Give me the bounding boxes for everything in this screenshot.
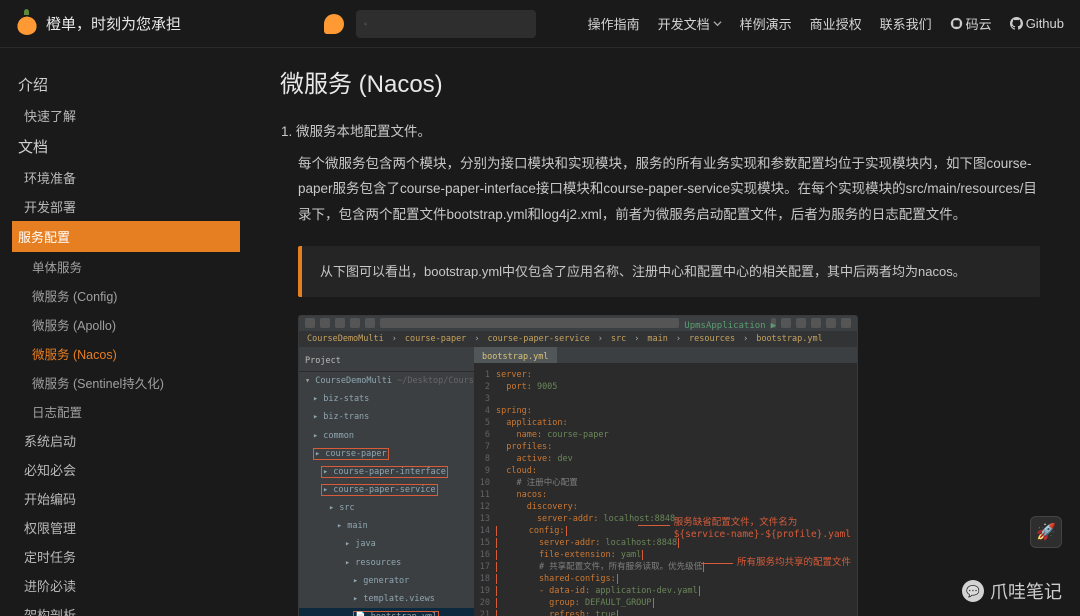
nav-demo[interactable]: 样例演示	[740, 14, 792, 33]
nav-contact[interactable]: 联系我们	[880, 14, 932, 33]
tree-row[interactable]: ▸ java	[299, 535, 474, 553]
github-icon	[1010, 17, 1023, 30]
watermark: 💬 爪哇笔记	[962, 578, 1062, 604]
run-config: UpmsApplication	[684, 318, 765, 328]
wechat-icon: 💬	[962, 580, 984, 602]
sidebar-section: 介绍	[18, 68, 240, 101]
sidebar-item[interactable]: 定时任务	[18, 542, 240, 571]
search-input[interactable]	[356, 10, 536, 38]
chevron-down-icon	[713, 19, 722, 28]
sidebar-item[interactable]: 必知必会	[18, 455, 240, 484]
annotation-1: 服务缺省配置文件，文件名为${service-name}-${profile}.…	[674, 517, 851, 542]
sidebar-subitem[interactable]: 微服务 (Sentinel持久化)	[18, 368, 240, 397]
sidebar-subitem[interactable]: 微服务 (Nacos)	[18, 339, 240, 368]
search-field[interactable]	[373, 17, 528, 31]
sidebar-item[interactable]: 环境准备	[18, 163, 240, 192]
tree-row[interactable]: ▸ biz-stats	[299, 390, 474, 408]
logo[interactable]: 橙单，时刻为您承担	[16, 13, 181, 35]
tree-row[interactable]: ▸ generator	[299, 572, 474, 590]
ide-toolbar: UpmsApplication ▶	[299, 316, 857, 331]
sidebar-subitem[interactable]: 微服务 (Config)	[18, 281, 240, 310]
ide-screenshot: UpmsApplication ▶ CourseDemoMulti › cour…	[298, 315, 858, 616]
ide-breadcrumb: CourseDemoMulti › course-paper › course-…	[299, 331, 857, 347]
sidebar-item[interactable]: 快速了解	[18, 101, 240, 130]
nav-github[interactable]: Github	[1010, 16, 1064, 31]
tree-row[interactable]: ▸ course-paper-service	[299, 481, 474, 499]
sidebar-item[interactable]: 系统启动	[18, 426, 240, 455]
scroll-top-button[interactable]: 🚀	[1030, 516, 1062, 548]
callout: 从下图可以看出，bootstrap.yml中仅包含了应用名称、注册中心和配置中心…	[298, 246, 1040, 297]
nav-docs[interactable]: 开发文档	[658, 14, 722, 33]
nav-gitee[interactable]: 码云	[950, 14, 992, 33]
paragraph-1: 每个微服务包含两个模块，分别为接口模块和实现模块，服务的所有业务实现和参数配置均…	[298, 151, 1040, 228]
sidebar-subitem[interactable]: 日志配置	[18, 397, 240, 426]
annotation-2: 所有服务均共享的配置文件	[737, 557, 851, 569]
gitee-icon	[950, 17, 963, 30]
sidebar-item[interactable]: 进阶必读	[18, 571, 240, 600]
sidebar-item[interactable]: 开发部署	[18, 192, 240, 221]
top-bar: 橙单，时刻为您承担 操作指南 开发文档 样例演示 商业授权 联系我们 码云 Gi…	[0, 0, 1080, 48]
sidebar-item[interactable]: 架构剖析	[18, 600, 240, 616]
tree-row[interactable]: ▸ course-paper	[299, 445, 474, 463]
tree-header: Project	[299, 351, 474, 372]
site-title: 橙单，时刻为您承担	[46, 13, 181, 34]
nav-guide[interactable]: 操作指南	[588, 14, 640, 33]
tree-row[interactable]: ▸ course-paper-interface	[299, 463, 474, 481]
tree-row[interactable]: ▸ src	[299, 499, 474, 517]
page-title: 微服务 (Nacos)	[280, 64, 1040, 99]
tree-row[interactable]: ▸ template.views	[299, 590, 474, 608]
main-content: 微服务 (Nacos) 微服务本地配置文件。 每个微服务包含两个模块，分别为接口…	[240, 48, 1080, 616]
theme-palette-icon[interactable]	[324, 14, 344, 34]
sidebar-section: 文档	[18, 130, 240, 163]
tree-row[interactable]: ▸ biz-trans	[299, 408, 474, 426]
editor-tab-active[interactable]: bootstrap.yml	[474, 347, 557, 363]
project-tree[interactable]: Project ▾ CourseDemoMulti ~/Desktop/Cour…	[299, 347, 474, 616]
tree-row[interactable]: ▸ main	[299, 517, 474, 535]
sidebar: 介绍快速了解文档环境准备开发部署服务配置单体服务微服务 (Config)微服务 …	[0, 48, 240, 616]
sidebar-item[interactable]: 权限管理	[18, 513, 240, 542]
nav-license[interactable]: 商业授权	[810, 14, 862, 33]
tree-row[interactable]: ▸ resources	[299, 554, 474, 572]
sidebar-subitem[interactable]: 微服务 (Apollo)	[18, 310, 240, 339]
sidebar-item[interactable]: 开始编码	[18, 484, 240, 513]
sidebar-item[interactable]: 服务配置	[12, 221, 240, 252]
search-icon	[364, 17, 367, 31]
top-nav: 操作指南 开发文档 样例演示 商业授权 联系我们 码云 Github	[588, 14, 1064, 33]
editor-pane: bootstrap.yml 1server:2 port: 900534spri…	[474, 347, 857, 616]
sidebar-subitem[interactable]: 单体服务	[18, 252, 240, 281]
step-1: 微服务本地配置文件。	[296, 119, 1040, 145]
logo-icon	[16, 13, 38, 35]
tree-row[interactable]: ▸ common	[299, 427, 474, 445]
tree-row[interactable]: 📄 bootstrap.yml	[299, 608, 474, 616]
watermark-text: 爪哇笔记	[990, 578, 1062, 604]
